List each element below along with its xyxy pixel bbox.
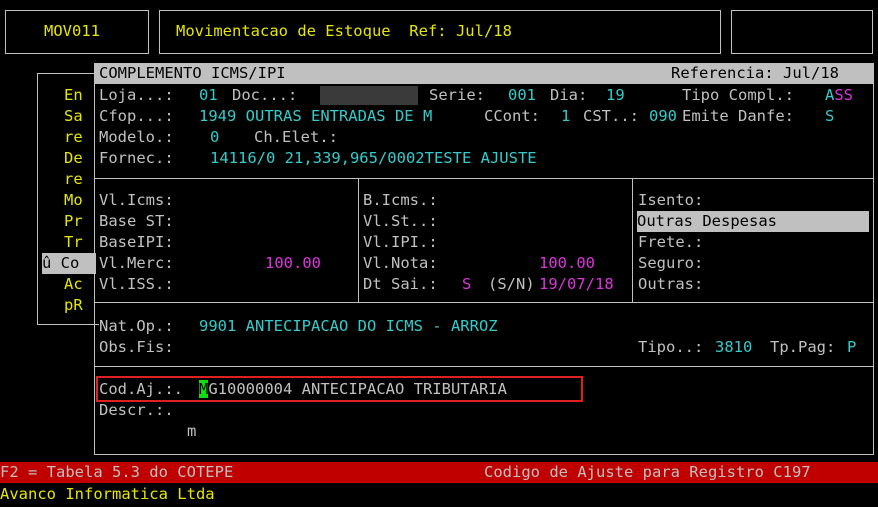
side-menu-item[interactable]: re (44, 169, 96, 190)
emite-danfe-label: Emite Danfe: (682, 107, 794, 125)
status-left: F2 = Tabela 5.3 do COTEPE (0, 463, 234, 481)
outras-despesas-item[interactable]: Outras Despesas (637, 211, 869, 232)
ch-elet-label: Ch.Elet.: (254, 128, 338, 146)
base-ipi-label: BaseIPI: (99, 233, 174, 251)
fornec-label: Fornec.: (99, 149, 174, 167)
dia-label: Dia: (550, 86, 588, 104)
side-menu-item[interactable]: û Co (42, 253, 96, 274)
vl-icms-label: Vl.Icms: (99, 191, 174, 209)
header-right-box (731, 10, 873, 54)
dt-sai-flag-field[interactable]: S (462, 274, 471, 295)
descr-label: Descr.:. (99, 401, 174, 419)
tipo-field[interactable]: 3810 (715, 337, 752, 358)
cfop-field[interactable]: 1949 OUTRAS ENTRADAS DE M (199, 106, 432, 127)
cod-aj-label: Cod.Aj.:. (99, 380, 183, 398)
frete-label: Frete.: (638, 233, 704, 251)
reference-label: Referencia: Jul/18 (671, 64, 839, 82)
side-menu-item[interactable]: En (44, 85, 96, 106)
nat-op-field[interactable]: 9901 ANTECIPACAO DO ICMS - ARROZ (199, 316, 498, 337)
side-menu-item[interactable]: re (44, 127, 96, 148)
seguro-label: Seguro: (638, 254, 704, 272)
status-right: Codigo de Ajuste para Registro C197 (484, 463, 811, 481)
ccont-label: CCont: (484, 107, 540, 125)
dt-sai-label: Dt Sai.: (363, 275, 438, 293)
side-menu-item[interactable]: Pr (44, 211, 96, 232)
tipo-compl-label: Tipo Compl.: (682, 86, 794, 104)
vl-ipi-label: Vl.IPI.: (363, 233, 438, 251)
descr-field[interactable]: m (187, 421, 196, 442)
grid-divider-2 (632, 178, 633, 302)
base-st-label: Base ST: (99, 212, 174, 230)
vl-st-label: Vl.St..: (363, 212, 438, 230)
cfop-label: Cfop...: (99, 107, 174, 125)
grid-bottom-divider (95, 302, 874, 303)
dt-sai-date-field[interactable]: 19/07/18 (539, 274, 614, 295)
program-code: MOV011 (44, 22, 100, 40)
side-menu-item[interactable]: Sa (44, 106, 96, 127)
ajuste-divider (95, 366, 874, 367)
text-cursor: M (199, 380, 209, 398)
vl-merc-field[interactable]: 100.00 (265, 253, 321, 274)
loja-label: Loja...: (99, 86, 174, 104)
side-menu-item[interactable]: Mo (44, 190, 96, 211)
side-menu-item[interactable]: pR (44, 295, 96, 316)
vl-nota-field[interactable]: 100.00 (539, 253, 595, 274)
company-name: Avanco Informatica Ltda (0, 485, 215, 503)
emite-danfe-field[interactable]: S (825, 106, 834, 127)
grid-top-divider (95, 178, 874, 179)
doc-field-redacted[interactable] (320, 86, 418, 105)
serie-field[interactable]: 001 (508, 85, 536, 106)
dia-field[interactable]: 19 (606, 85, 625, 106)
tp-pag-label: Tp.Pag: (770, 338, 836, 356)
tp-pag-field[interactable]: P (847, 337, 856, 358)
side-menu-item[interactable]: Ac (44, 274, 96, 295)
cod-aj-field[interactable]: MG10000004 ANTECIPACAO TRIBUTARIA (199, 379, 507, 400)
nat-op-label: Nat.Op.: (99, 317, 174, 335)
dt-sai-hint: (S/N) (488, 275, 535, 293)
grid-divider-1 (358, 178, 359, 302)
tipo-label: Tipo..: (638, 338, 704, 356)
vl-iss-label: Vl.ISS.: (99, 275, 174, 293)
isento-label: Isento: (638, 191, 704, 209)
modelo-field[interactable]: 0 (210, 127, 219, 148)
side-menu-item[interactable]: De (44, 148, 96, 169)
loja-field[interactable]: 01 (199, 85, 218, 106)
b-icms-label: B.Icms.: (363, 191, 438, 209)
panel-title: COMPLEMENTO ICMS/IPI (99, 64, 286, 82)
vl-merc-label: Vl.Merc: (99, 254, 174, 272)
reference-value: Jul/18 (783, 64, 839, 82)
modelo-label: Modelo.: (99, 128, 174, 146)
tipo-compl-field[interactable]: ASS (825, 85, 853, 106)
screen-title: Movimentacao de Estoque Ref: Jul/18 (176, 22, 512, 40)
outras-label: Outras: (638, 275, 704, 293)
obs-fis-label: Obs.Fis: (99, 338, 174, 356)
doc-label: Doc...: (232, 86, 298, 104)
ccont-field[interactable]: 1 (561, 106, 570, 127)
side-menu-list: En Sa re De re Mo Pr Tr û Co Ac pR (42, 85, 96, 316)
serie-label: Serie: (429, 86, 485, 104)
cst-field[interactable]: 090 (649, 106, 677, 127)
cst-label: CST..: (583, 107, 639, 125)
side-menu-item[interactable]: Tr (44, 232, 96, 253)
fornec-field[interactable]: 14116/0 21,339,965/0002TESTE AJUSTE (210, 148, 537, 169)
vl-nota-label: Vl.Nota: (363, 254, 438, 272)
